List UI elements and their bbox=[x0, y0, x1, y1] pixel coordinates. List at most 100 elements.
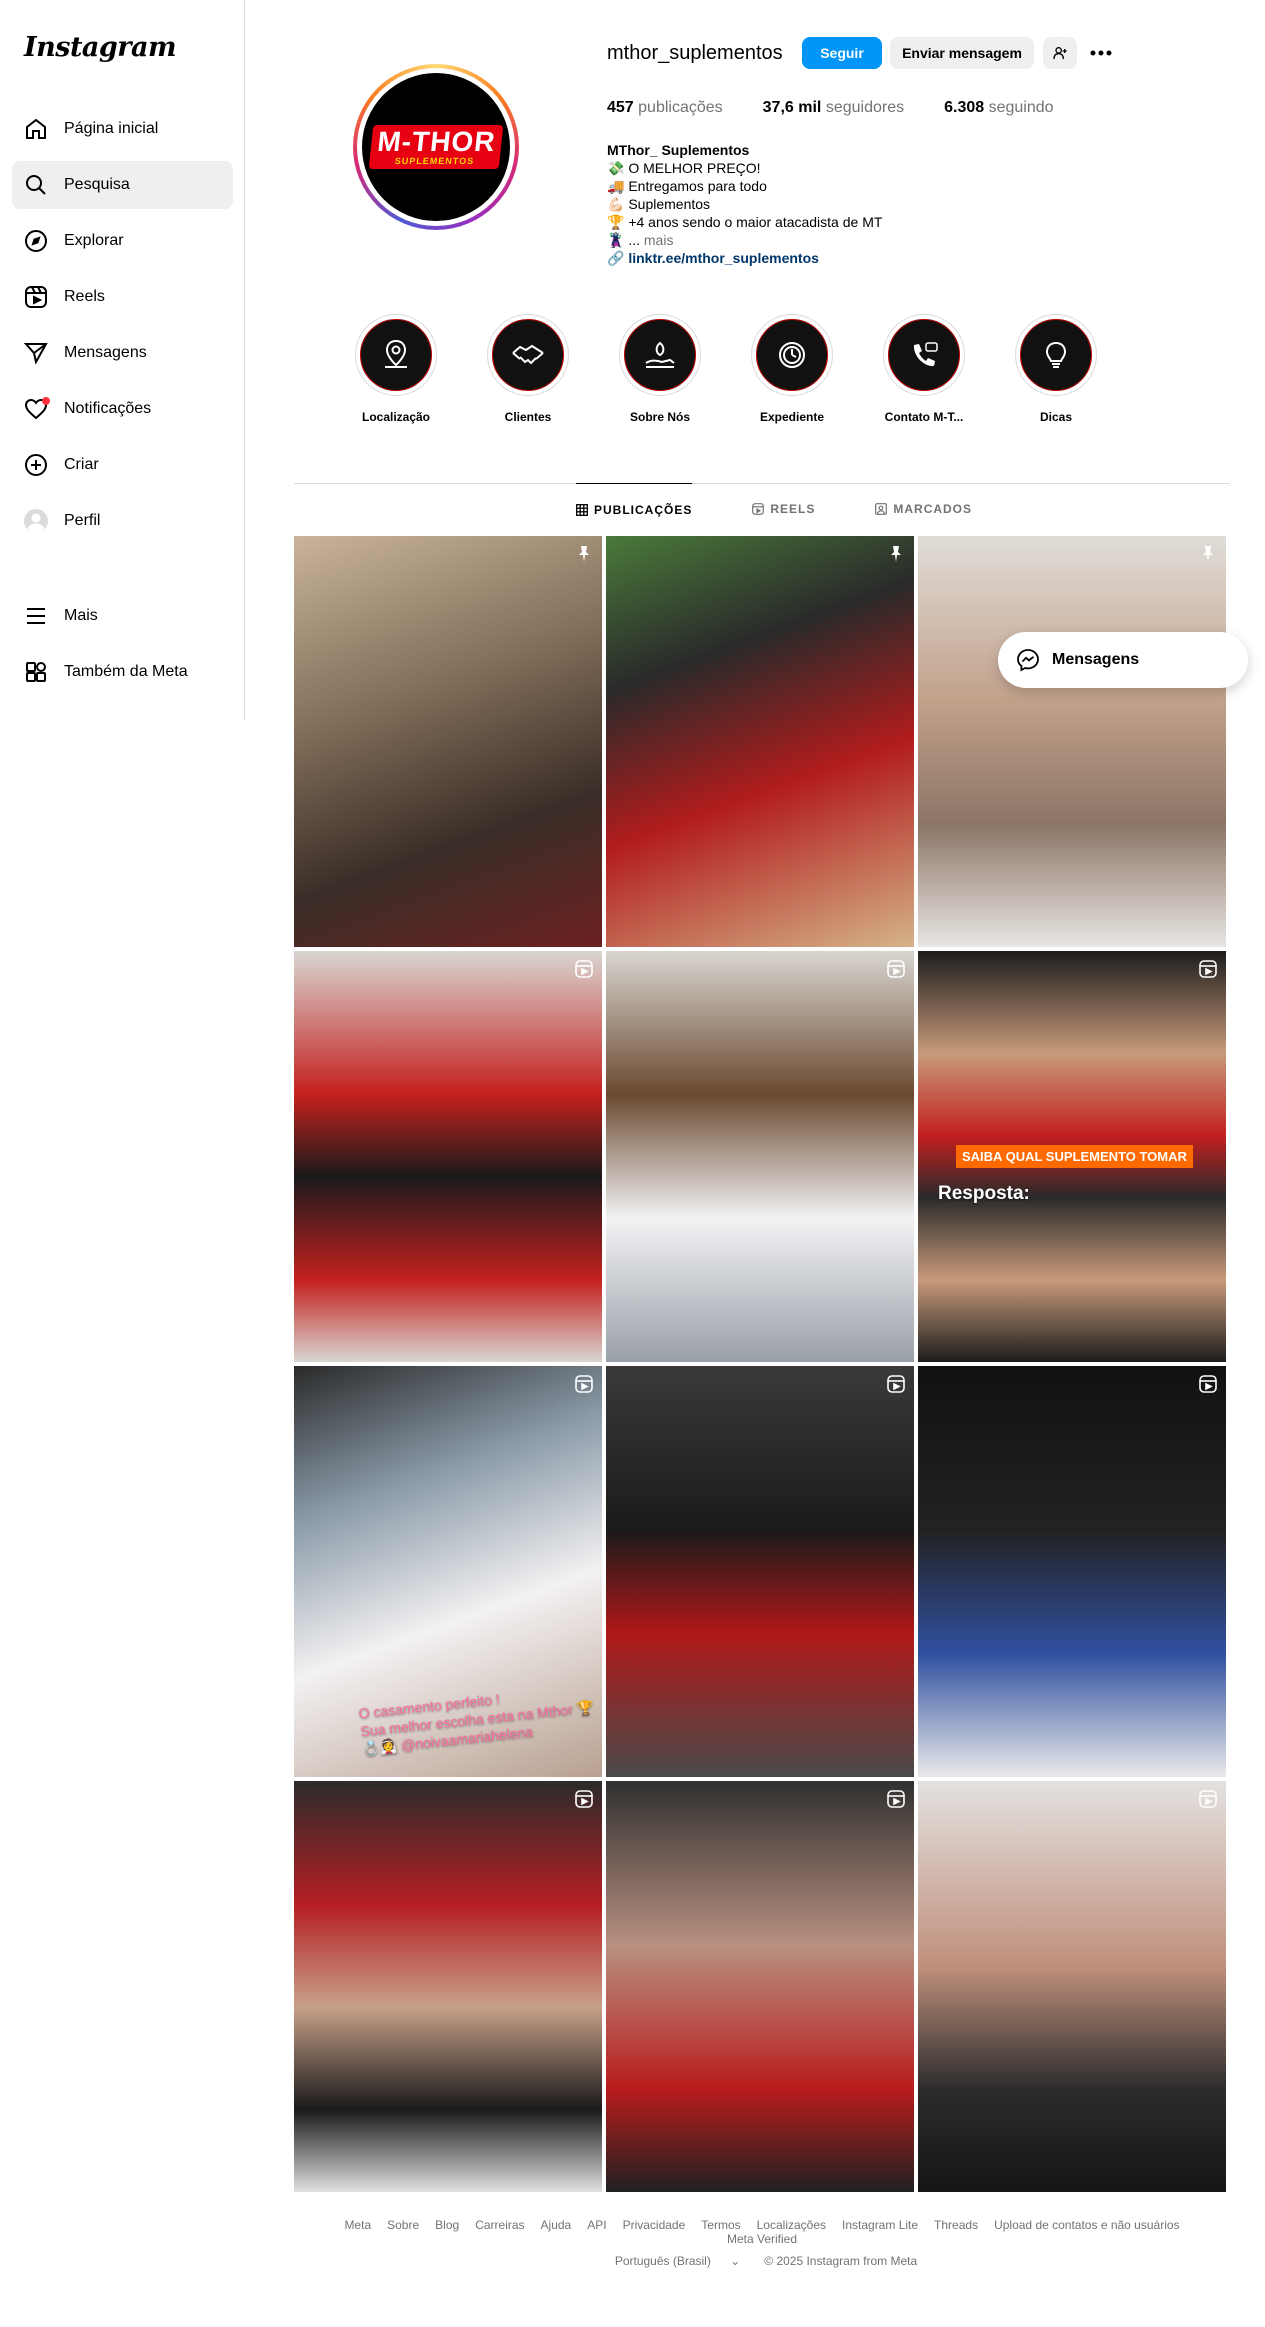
post-tile[interactable] bbox=[606, 536, 914, 947]
profile-stats: 457 publicações 37,6 mil seguidores 6.30… bbox=[607, 99, 1094, 117]
mthor-logo: M-THOR SUPLEMENTOS bbox=[368, 125, 504, 169]
post-tile[interactable] bbox=[918, 1781, 1226, 2192]
sidebar-item-notifications[interactable]: Notificações bbox=[12, 385, 233, 433]
post-tile[interactable] bbox=[294, 1781, 602, 2192]
highlight-about[interactable]: Sobre Nós bbox=[594, 314, 726, 424]
reel-icon bbox=[1198, 1374, 1218, 1394]
sidebar-item-profile[interactable]: Perfil bbox=[12, 497, 233, 545]
post-tile[interactable] bbox=[606, 951, 914, 1362]
following-count[interactable]: 6.308 seguindo bbox=[944, 99, 1053, 117]
reels-icon bbox=[752, 503, 765, 515]
notification-dot bbox=[42, 397, 50, 405]
posts-count: 457 publicações bbox=[607, 99, 723, 116]
footer-link[interactable]: Carreiras bbox=[475, 2218, 524, 2232]
sidebar-item-label: Explorar bbox=[64, 232, 124, 249]
suggest-accounts-button[interactable] bbox=[1043, 37, 1077, 69]
sidebar-item-label: Criar bbox=[64, 456, 99, 473]
highlight-hours[interactable]: Expediente bbox=[726, 314, 858, 424]
posts-grid: SAIBA QUAL SUPLEMENTO TOMAR Resposta: O … bbox=[294, 536, 1230, 2192]
sidebar-item-label: Reels bbox=[64, 288, 105, 305]
footer-link[interactable]: Localizações bbox=[757, 2218, 826, 2232]
sidebar: Instagram Página inicial Pesquisa Explor… bbox=[0, 0, 245, 720]
messenger-icon bbox=[1017, 649, 1039, 672]
bio-line: 🏆 +4 anos sendo o maior atacadista de MT bbox=[607, 214, 883, 230]
footer-link[interactable]: Privacidade bbox=[623, 2218, 686, 2232]
send-icon bbox=[23, 341, 48, 365]
chevron-down-icon: ⌄ bbox=[730, 2254, 741, 2268]
clock-icon bbox=[779, 342, 805, 368]
post-caption-overlay: Resposta: bbox=[938, 1183, 1030, 1204]
profile-username: mthor_suplementos bbox=[607, 42, 783, 64]
compass-icon bbox=[24, 229, 48, 253]
reel-icon bbox=[1198, 1789, 1218, 1809]
footer-link[interactable]: Threads bbox=[934, 2218, 978, 2232]
location-pin-icon bbox=[385, 339, 407, 368]
hand-leaf-icon bbox=[645, 341, 675, 368]
sidebar-item-label: Perfil bbox=[64, 512, 101, 529]
bio-line: 🚚 Entregamos para todo bbox=[607, 178, 767, 194]
footer-link[interactable]: Meta Verified bbox=[727, 2232, 797, 2246]
sidebar-item-messages[interactable]: Mensagens bbox=[12, 329, 233, 377]
sidebar-item-reels[interactable]: Reels bbox=[12, 273, 233, 321]
footer-link[interactable]: Sobre bbox=[387, 2218, 419, 2232]
footer-bottom: Português (Brasil) ⌄ © 2025 Instagram fr… bbox=[294, 2254, 1230, 2268]
bio-link[interactable]: 🔗 linktr.ee/mthor_suplementos bbox=[607, 249, 882, 267]
highlight-tips[interactable]: Dicas bbox=[990, 314, 1122, 424]
copyright: © 2025 Instagram from Meta bbox=[764, 2254, 918, 2268]
post-tile[interactable] bbox=[918, 1366, 1226, 1777]
floating-messages-button[interactable]: Mensagens bbox=[998, 632, 1248, 688]
post-tile[interactable] bbox=[294, 951, 602, 1362]
footer-link[interactable]: Blog bbox=[435, 2218, 459, 2232]
tab-reels[interactable]: REELS bbox=[752, 483, 815, 535]
post-tile[interactable] bbox=[606, 1366, 914, 1777]
sidebar-item-label: Mais bbox=[64, 607, 98, 624]
grid-icon bbox=[576, 503, 588, 516]
sidebar-item-explore[interactable]: Explorar bbox=[12, 217, 233, 265]
link-icon: 🔗 bbox=[607, 250, 629, 266]
sidebar-item-more[interactable]: Mais bbox=[12, 592, 233, 640]
search-icon bbox=[24, 173, 48, 197]
language-selector[interactable]: Português (Brasil) ⌄ bbox=[607, 2254, 748, 2268]
reel-icon bbox=[886, 1789, 906, 1809]
home-icon bbox=[24, 117, 48, 141]
follow-button[interactable]: Seguir bbox=[802, 37, 882, 69]
sidebar-item-meta[interactable]: Também da Meta bbox=[12, 648, 233, 696]
reel-icon bbox=[886, 1374, 906, 1394]
reel-icon bbox=[574, 1789, 594, 1809]
post-caption-overlay: SAIBA QUAL SUPLEMENTO TOMAR bbox=[956, 1145, 1193, 1168]
send-message-button[interactable]: Enviar mensagem bbox=[890, 37, 1034, 69]
footer-link[interactable]: Upload de contatos e não usuários bbox=[994, 2218, 1179, 2232]
highlight-location[interactable]: Localização bbox=[330, 314, 462, 424]
profile-picture[interactable]: M-THOR SUPLEMENTOS bbox=[353, 64, 519, 230]
instagram-logo[interactable]: Instagram bbox=[24, 32, 177, 63]
reel-icon bbox=[1198, 959, 1218, 979]
reel-icon bbox=[886, 959, 906, 979]
profile-display-name: MThor_ Suplementos bbox=[607, 142, 750, 158]
post-caption-overlay: O casamento perfeito ! Sua melhor escolh… bbox=[357, 1690, 595, 1758]
sidebar-item-search[interactable]: Pesquisa bbox=[12, 161, 233, 209]
post-tile[interactable]: O casamento perfeito ! Sua melhor escolh… bbox=[294, 1366, 602, 1777]
footer-link[interactable]: Ajuda bbox=[541, 2218, 572, 2232]
more-dots-icon bbox=[1090, 50, 1112, 56]
sidebar-item-label: Notificações bbox=[64, 400, 152, 417]
plus-square-icon bbox=[24, 453, 48, 477]
highlight-contact[interactable]: Contato M-T... bbox=[858, 314, 990, 424]
post-tile[interactable] bbox=[918, 536, 1226, 947]
footer-link[interactable]: Instagram Lite bbox=[842, 2218, 918, 2232]
post-tile[interactable] bbox=[606, 1781, 914, 2192]
options-button[interactable] bbox=[1086, 37, 1116, 69]
post-tile[interactable] bbox=[294, 536, 602, 947]
bio-line: 💸 O MELHOR PREÇO! bbox=[607, 160, 761, 176]
followers-count[interactable]: 37,6 mil seguidores bbox=[763, 99, 904, 117]
tab-posts[interactable]: PUBLICAÇÕES bbox=[576, 483, 693, 535]
sidebar-item-home[interactable]: Página inicial bbox=[12, 105, 233, 153]
highlight-clients[interactable]: Clientes bbox=[462, 314, 594, 424]
bio-more-link[interactable]: mais bbox=[644, 232, 674, 248]
footer-link[interactable]: Meta bbox=[344, 2218, 371, 2232]
tab-tagged[interactable]: MARCADOS bbox=[875, 483, 972, 535]
sidebar-item-create[interactable]: Criar bbox=[12, 441, 233, 489]
footer-link[interactable]: Termos bbox=[701, 2218, 740, 2232]
sidebar-bottom: Mais Também da Meta bbox=[12, 592, 233, 704]
footer-link[interactable]: API bbox=[587, 2218, 606, 2232]
post-tile[interactable]: SAIBA QUAL SUPLEMENTO TOMAR Resposta: bbox=[918, 951, 1226, 1362]
